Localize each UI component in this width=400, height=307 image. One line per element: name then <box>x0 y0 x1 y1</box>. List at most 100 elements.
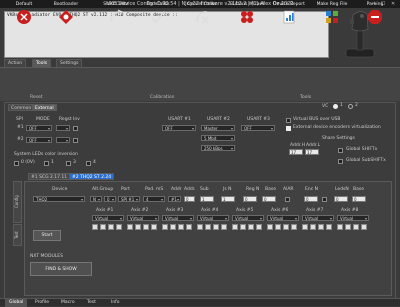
axis-4-option-4-box[interactable] <box>221 224 227 230</box>
axis-8-option-2-box[interactable] <box>345 224 351 230</box>
axis-1-option-1-box[interactable] <box>92 224 98 230</box>
axis-2-option-1-box[interactable] <box>127 224 133 230</box>
axis-8-select[interactable]: Virtual <box>337 215 369 221</box>
spi-2-regst-select[interactable] <box>56 137 70 143</box>
spi-1-inv-checkbox[interactable] <box>73 126 78 131</box>
addr-select[interactable]: #1 <box>168 196 181 202</box>
axis-5-option-4-box[interactable] <box>256 224 262 230</box>
start-button[interactable]: Start <box>33 230 61 241</box>
axis-1-select[interactable]: Virtual <box>92 215 124 221</box>
vc-radio-1[interactable] <box>333 104 338 109</box>
buttons-wizard-button[interactable]: Buttons Wizard <box>227 2 267 34</box>
addr2-input[interactable]: 0 <box>184 196 195 202</box>
enc-input[interactable]: 0 <box>304 196 318 202</box>
axis-3-option-3-box[interactable] <box>178 224 184 230</box>
axis-2-option-3-box[interactable] <box>143 224 149 230</box>
axis-4-option-2-box[interactable] <box>205 224 211 230</box>
axis-5-option-3-box[interactable] <box>248 224 254 230</box>
leds-1-checkbox[interactable] <box>44 161 49 166</box>
addr-l-input[interactable]: 17 <box>305 149 319 155</box>
vc-radio-2[interactable] <box>348 104 353 109</box>
leds-4-checkbox[interactable] <box>86 161 91 166</box>
axis-3-option-4-box[interactable] <box>186 224 192 230</box>
axis-4-option-3-box[interactable] <box>213 224 219 230</box>
side-tab-test[interactable]: Test <box>13 224 22 246</box>
virtual-bus-checkbox[interactable] <box>286 118 291 123</box>
tab-settings[interactable]: Settings <box>56 59 83 67</box>
axis-3-select[interactable]: Virtual <box>162 215 194 221</box>
usart-2-speed-select[interactable]: 5 Mbit <box>201 135 235 141</box>
start-calibr-button[interactable]: Start Calibr <box>96 2 136 34</box>
usart-3-select[interactable]: OFF <box>241 125 275 131</box>
leds-input[interactable]: 0 <box>334 196 348 202</box>
alt-group-2-select[interactable]: 0 <box>104 196 116 202</box>
addr-h-input[interactable]: 17 <box>289 149 303 155</box>
tab-tools[interactable]: Tools <box>32 59 52 67</box>
axis-5-option-1-box[interactable] <box>232 224 238 230</box>
tab-common[interactable]: Common <box>8 104 35 111</box>
spi-2-inv-checkbox[interactable] <box>73 138 78 143</box>
axis-1-option-3-box[interactable] <box>108 224 114 230</box>
axis-2-option-2-box[interactable] <box>135 224 141 230</box>
axis-3-option-2-box[interactable] <box>170 224 176 230</box>
spi-1-mode-select[interactable]: OFF <box>26 125 52 131</box>
axis-7-option-4-box[interactable] <box>326 224 332 230</box>
axis-4-option-1-box[interactable] <box>197 224 203 230</box>
leds-3-checkbox[interactable] <box>66 161 71 166</box>
nxt-modules-label: NXT MODULES <box>30 254 63 259</box>
global-subshift-checkbox[interactable] <box>338 159 343 164</box>
axis-1-option-2-box[interactable] <box>100 224 106 230</box>
global-shift-checkbox[interactable] <box>338 148 343 153</box>
axis-6-option-1-box[interactable] <box>267 224 273 230</box>
tab-external[interactable]: External <box>32 104 57 111</box>
device-select[interactable]: THQ2 <box>33 196 85 202</box>
axis-1-option-4-box[interactable] <box>116 224 122 230</box>
spi-1-regst-select[interactable] <box>56 125 70 131</box>
axis-6-option-3-box[interactable] <box>283 224 289 230</box>
axis-5-option-2-box[interactable] <box>240 224 246 230</box>
axis-7-select[interactable]: Virtual <box>302 215 334 221</box>
usart-1-select[interactable]: OFF <box>162 125 196 131</box>
pod-select[interactable]: 4 <box>143 196 165 202</box>
axis-8-option-4-box[interactable] <box>361 224 367 230</box>
axis-2-option-4-box[interactable] <box>151 224 157 230</box>
encoders-virtualization-checkbox[interactable] <box>286 126 291 131</box>
side-tab-config[interactable]: Config <box>13 181 22 223</box>
base-input[interactable]: 0 <box>262 196 276 202</box>
axis-4-select[interactable]: Virtual <box>197 215 229 221</box>
cancel-calibr-button[interactable]: Cancel Calibr <box>182 2 222 34</box>
tab-device-1[interactable]: #1 SCG 2.17.11 <box>28 173 71 180</box>
axis-2-select[interactable]: Virtual <box>127 215 159 221</box>
axis-7-option-2-box[interactable] <box>310 224 316 230</box>
js-input[interactable]: 1 <box>221 196 235 202</box>
port-select[interactable]: SPI #1 <box>118 196 140 202</box>
tab-device-2[interactable]: #2 THQ2 ST 2.24 <box>69 173 115 180</box>
make-reg-file-button[interactable]: Make Reg File <box>312 2 352 34</box>
alar-checkbox[interactable] <box>285 197 290 202</box>
leds-0v-checkbox[interactable] <box>14 161 19 166</box>
axis-6-option-2-box[interactable] <box>275 224 281 230</box>
axis-8-option-1-box[interactable] <box>337 224 343 230</box>
parking-button[interactable]: Parking <box>355 2 395 34</box>
default-button[interactable]: Default <box>4 2 44 34</box>
axis-3-option-1-box[interactable] <box>162 224 168 230</box>
usart-2-rate-select[interactable]: 250 kBps <box>201 145 235 151</box>
alt-group-select[interactable]: N <box>90 196 102 202</box>
reg-input[interactable]: 0 <box>243 196 257 202</box>
enc-checkbox[interactable] <box>322 197 327 202</box>
axis-8-option-3-box[interactable] <box>353 224 359 230</box>
find-and-show-button[interactable]: FIND & SHOW <box>30 262 92 276</box>
sub-input[interactable]: 1 <box>200 196 214 202</box>
axis-6-option-4-box[interactable] <box>291 224 297 230</box>
end-calibr-button[interactable]: End Calibr <box>138 2 178 34</box>
spi-2-mode-select[interactable]: OFF <box>26 137 52 143</box>
axis-7-option-3-box[interactable] <box>318 224 324 230</box>
tab-action[interactable]: Action <box>4 59 27 67</box>
usart-2-mode-select[interactable]: Master <box>201 125 235 131</box>
bootloader-button[interactable]: Bootloader <box>46 2 86 34</box>
axis-5-select[interactable]: Virtual <box>232 215 264 221</box>
axis-7-option-1-box[interactable] <box>302 224 308 230</box>
base2-input[interactable]: 0 <box>352 196 366 202</box>
device-report-button[interactable]: Device Report <box>269 2 309 34</box>
axis-6-select[interactable]: Virtual <box>267 215 299 221</box>
